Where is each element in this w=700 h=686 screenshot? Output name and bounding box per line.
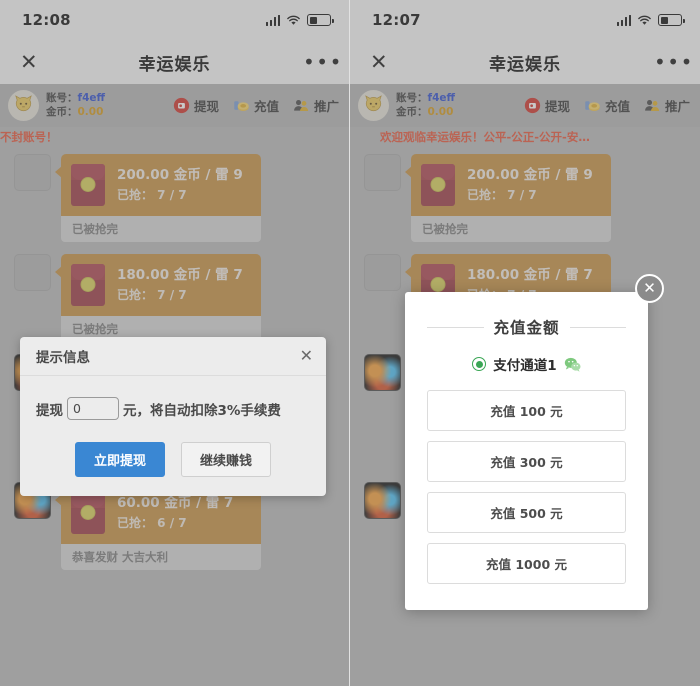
withdraw-prefix-label: 提现 xyxy=(36,402,63,419)
close-icon[interactable]: ✕ xyxy=(635,274,664,303)
dialog-header: 充值金额 xyxy=(427,316,627,338)
recharge-option-button[interactable]: 充值 300 元 xyxy=(427,441,626,482)
dialog-actions: 立即提现 继续赚钱 xyxy=(20,426,326,496)
payment-channel-label: 支付通道1 xyxy=(493,358,557,374)
keep-earning-button[interactable]: 继续赚钱 xyxy=(181,442,272,477)
dialog-body: 提现 元，将自动扣除3%手续费 xyxy=(20,376,326,426)
wechat-icon xyxy=(564,357,581,372)
payment-channel-option[interactable]: 支付通道1 xyxy=(427,354,626,374)
panel-left: 12:08 ✕ 幸运娱乐 ••• 账号：f4eff 金币：0.00 提现 充值 … xyxy=(0,0,350,686)
withdraw-amount-input[interactable] xyxy=(67,397,119,420)
close-icon[interactable]: ✕ xyxy=(300,348,313,364)
divider-right xyxy=(569,326,627,328)
recharge-option-button[interactable]: 充值 100 元 xyxy=(427,390,626,431)
dialog-title: 充值金额 xyxy=(493,319,560,337)
divider-left xyxy=(427,326,484,328)
recharge-option-button[interactable]: 充值 500 元 xyxy=(427,492,626,533)
dialog-title: 提示信息 xyxy=(36,350,90,366)
radio-selected-icon[interactable] xyxy=(472,357,487,371)
recharge-option-button[interactable]: 充值 1000 元 xyxy=(427,543,626,584)
dialog-header: 提示信息 ✕ xyxy=(20,337,326,376)
recharge-dialog: ✕ 充值金额 支付通道1 充值 100 元 充值 300 元 充值 500 元 … xyxy=(405,274,664,610)
withdraw-dialog: 提示信息 ✕ 提现 元，将自动扣除3%手续费 立即提现 继续赚钱 xyxy=(20,337,326,496)
panel-right: 12:07 ✕ 幸运娱乐 ••• 账号：f4eff 金币：0.00 提现 充值 … xyxy=(350,0,700,686)
withdraw-suffix-label: 元，将自动扣除3%手续费 xyxy=(123,402,281,419)
confirm-withdraw-button[interactable]: 立即提现 xyxy=(74,442,165,477)
dual-screenshot-stage: 12:08 ✕ 幸运娱乐 ••• 账号：f4eff 金币：0.00 提现 充值 … xyxy=(0,0,700,686)
